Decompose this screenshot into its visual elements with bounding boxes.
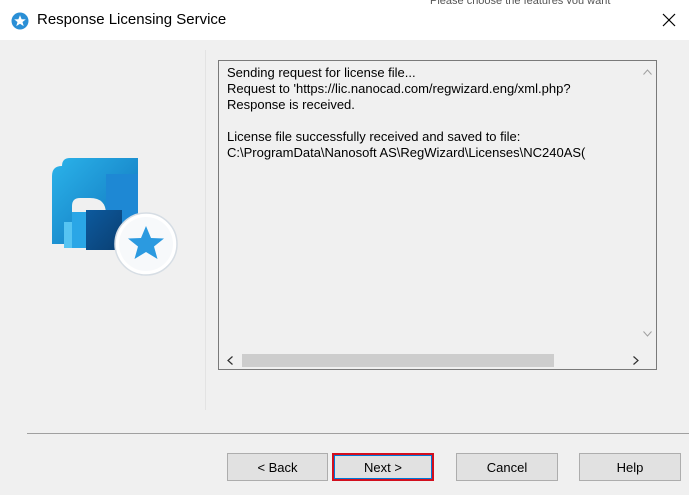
background-window-text: Please choose the features you want [430,0,660,4]
log-line: Request to 'https://lic.nanocad.com/regw… [227,81,571,96]
scroll-left-button[interactable] [221,352,238,369]
back-button[interactable]: < Back [227,453,328,481]
help-button[interactable]: Help [579,453,681,481]
log-line: Sending request for license file... [227,65,416,80]
footer-divider [27,433,689,434]
window-title: Response Licensing Service [37,11,227,28]
scroll-right-button[interactable] [627,352,644,369]
panel-divider [205,50,206,410]
chevron-up-icon [643,68,652,75]
next-button[interactable]: Next > [332,453,434,481]
close-icon [662,13,676,27]
horizontal-scrollbar[interactable] [219,352,639,369]
title-bar[interactable]: Response Licensing Service [0,0,689,40]
chevron-right-icon [632,356,639,365]
scroll-down-button[interactable] [639,325,656,342]
chevron-left-icon [226,356,233,365]
chevron-down-icon [643,330,652,337]
log-content: Sending request for license file... Requ… [227,65,637,345]
log-line: License file successfully received and s… [227,129,521,144]
nanocad-star-logo-icon [52,158,178,276]
close-button[interactable] [655,6,683,34]
log-line: Response is received. [227,97,355,112]
scrollbar-thumb[interactable] [242,354,554,367]
log-line: C:\ProgramData\Nanosoft AS\RegWizard\Lic… [227,145,586,160]
dialog-window: Response Licensing Service Please choose… [0,0,689,495]
log-textbox[interactable]: Sending request for license file... Requ… [218,60,657,370]
vertical-scrollbar[interactable] [639,61,656,353]
star-badge-icon [11,12,29,30]
scroll-up-button[interactable] [639,63,656,80]
cancel-button[interactable]: Cancel [456,453,558,481]
